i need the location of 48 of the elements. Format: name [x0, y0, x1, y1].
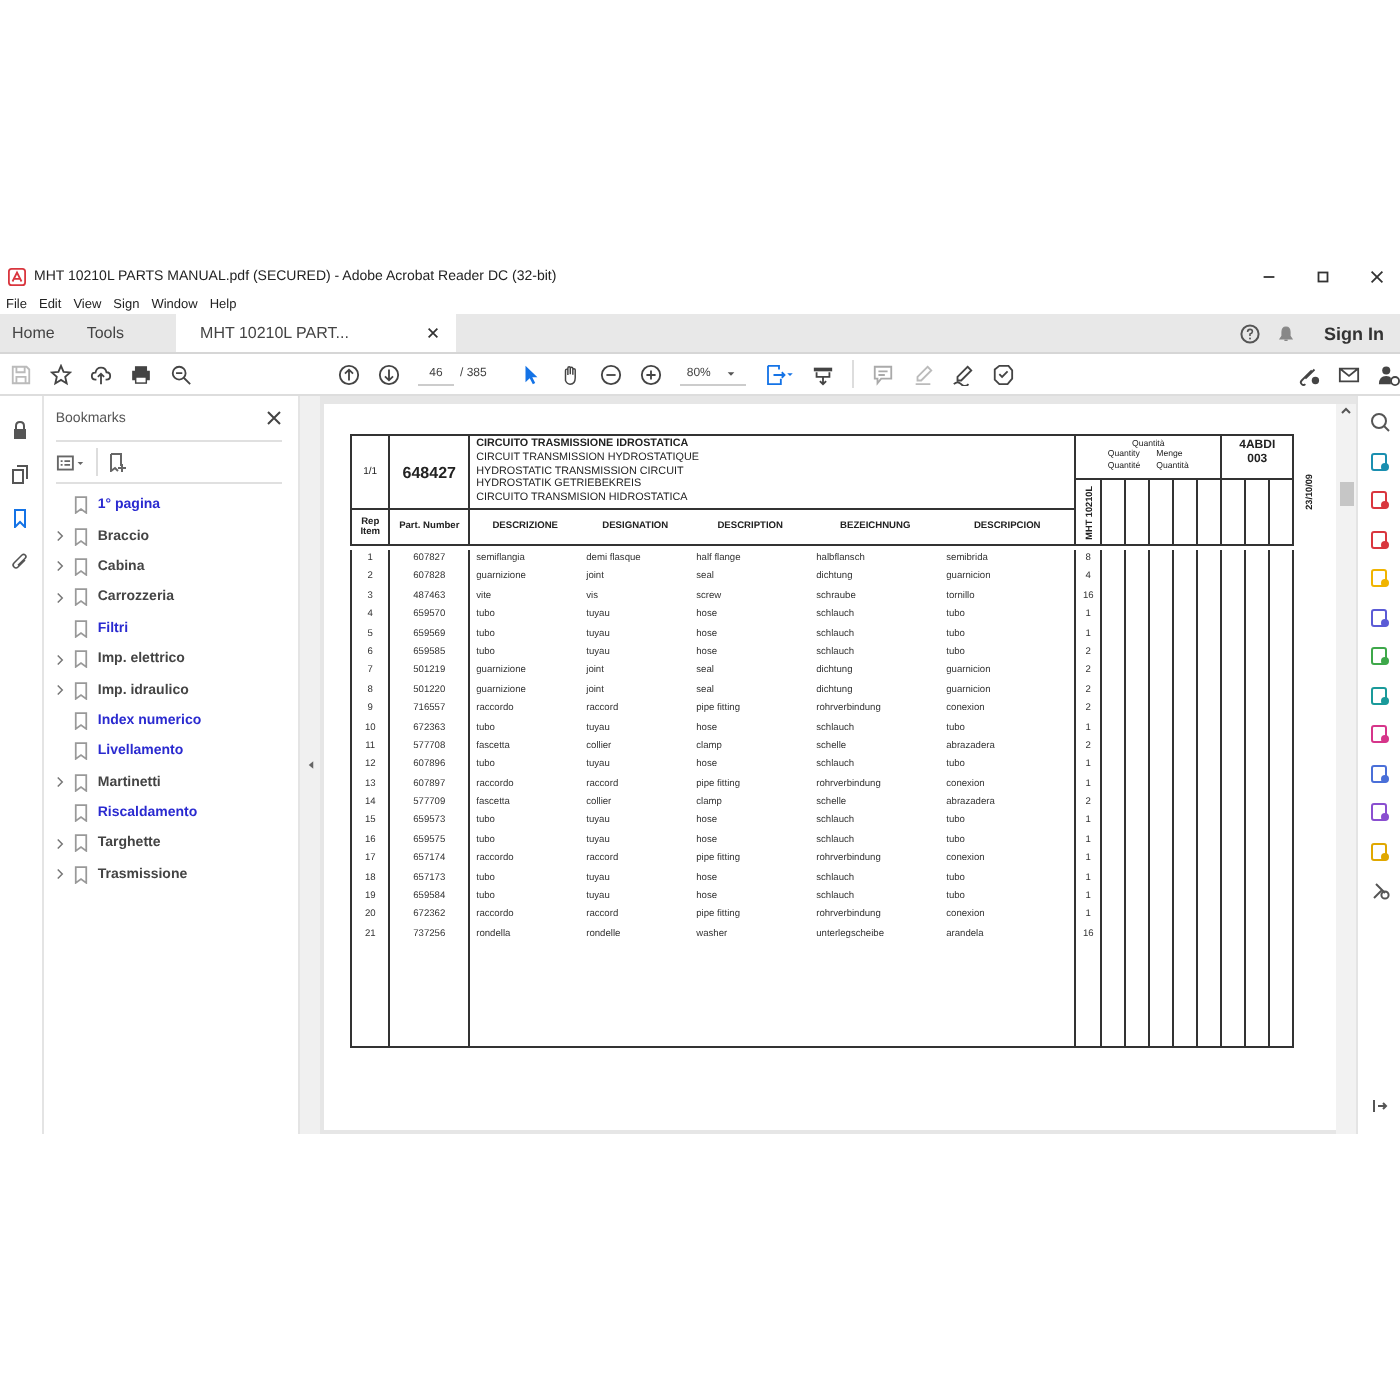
- next-page-icon[interactable]: [378, 363, 400, 385]
- upload-icon[interactable]: [90, 363, 112, 385]
- star-icon[interactable]: [50, 363, 72, 385]
- close-icon[interactable]: [426, 326, 441, 340]
- chevron-icon[interactable]: [55, 560, 64, 573]
- group-number: 648427: [390, 436, 471, 510]
- collapse-icon[interactable]: [307, 760, 314, 770]
- scroll-up-icon[interactable]: [1340, 406, 1353, 414]
- stamp-icon[interactable]: [992, 363, 1015, 385]
- zoom-icon[interactable]: [1369, 412, 1390, 432]
- bell-icon[interactable]: [1276, 323, 1296, 343]
- paperclip-icon[interactable]: [10, 552, 31, 572]
- close-icon[interactable]: [1368, 268, 1386, 286]
- tab[interactable]: Tools: [74, 314, 145, 352]
- chevron-icon[interactable]: [55, 530, 64, 543]
- options-icon[interactable]: [55, 451, 86, 473]
- tab[interactable]: Home: [0, 314, 75, 352]
- print-icon[interactable]: [130, 363, 152, 385]
- chevron-icon[interactable]: [55, 868, 64, 881]
- maximize-icon[interactable]: [1314, 268, 1332, 286]
- scroll-mode-icon[interactable]: [812, 363, 835, 385]
- tab[interactable]: MHT 10210L PART...: [176, 314, 457, 352]
- share-link-icon[interactable]: [1298, 363, 1320, 385]
- document-icon[interactable]: [1369, 529, 1390, 549]
- expand-icon[interactable]: [1371, 1098, 1388, 1114]
- add-bookmark-icon[interactable]: [107, 452, 128, 472]
- bookmark-icon[interactable]: [10, 508, 31, 528]
- chevron-icon[interactable]: [55, 776, 64, 789]
- add-user-icon[interactable]: [1378, 363, 1400, 385]
- sign-in-button[interactable]: Sign In: [1304, 314, 1400, 352]
- tools-icon[interactable]: [1369, 880, 1390, 900]
- acrobat-icon: [8, 268, 26, 286]
- pointer-icon[interactable]: [520, 363, 543, 385]
- chevron-icon[interactable]: [55, 653, 64, 666]
- chevron-icon[interactable]: [55, 837, 64, 850]
- scrollbar-thumb[interactable]: [1339, 482, 1354, 506]
- previous-page-icon[interactable]: [338, 363, 360, 385]
- close-icon[interactable]: [266, 410, 283, 426]
- chevron-icon[interactable]: [55, 684, 64, 697]
- search-icon[interactable]: [170, 363, 192, 385]
- chevron-icon[interactable]: [55, 591, 64, 604]
- zoom-in-icon[interactable]: [640, 363, 663, 385]
- zoom-out-icon[interactable]: [600, 363, 623, 385]
- lock-icon[interactable]: [10, 420, 31, 440]
- mail-icon[interactable]: [1338, 363, 1360, 385]
- fit-page-icon[interactable]: [764, 363, 795, 385]
- caret-icon: [726, 369, 737, 377]
- help-icon[interactable]: [1240, 323, 1260, 343]
